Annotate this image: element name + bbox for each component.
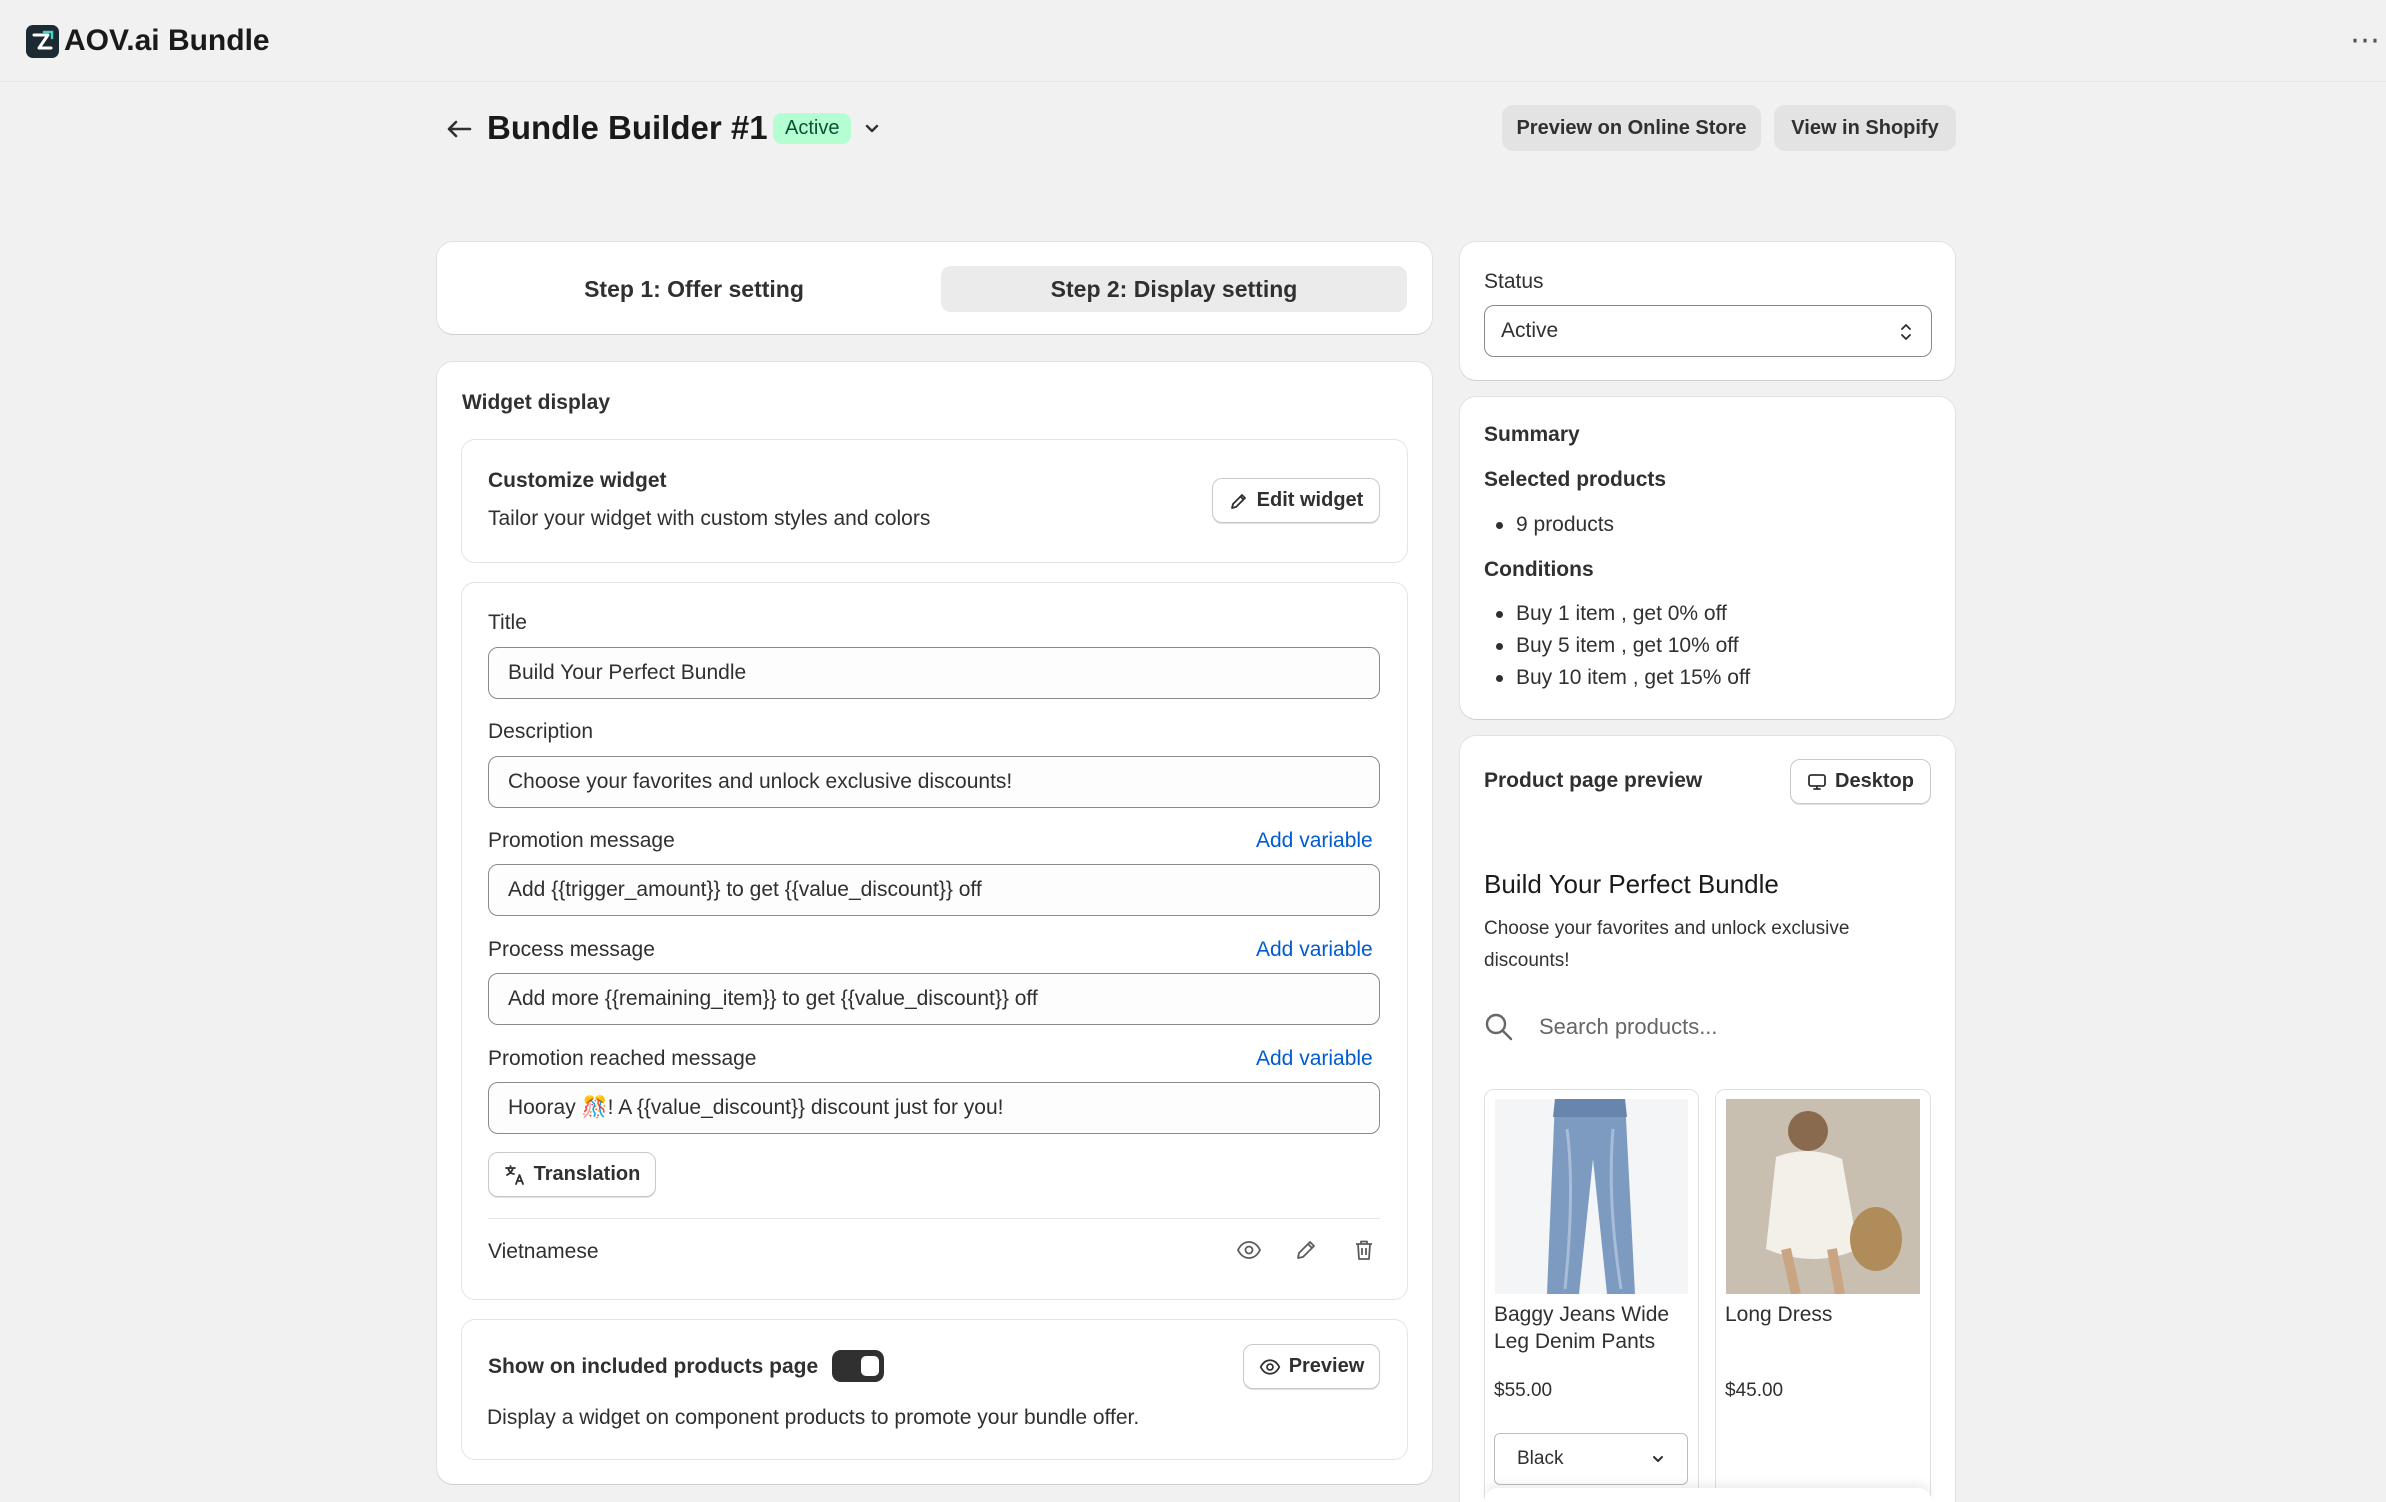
view-in-shopify-button[interactable]: View in Shopify bbox=[1774, 105, 1956, 151]
pencil-icon[interactable] bbox=[1291, 1235, 1321, 1265]
variant-select[interactable]: Black bbox=[1494, 1433, 1688, 1485]
desktop-button[interactable]: Desktop bbox=[1790, 759, 1931, 804]
divider bbox=[488, 1218, 1380, 1219]
process-add-variable-link[interactable]: Add variable bbox=[1256, 936, 1373, 964]
tab-offer-setting[interactable]: Step 1: Offer setting bbox=[459, 266, 929, 312]
reached-add-variable-link[interactable]: Add variable bbox=[1256, 1045, 1373, 1073]
variant-select-value: Black bbox=[1517, 1448, 1564, 1469]
jeans-image bbox=[1495, 1099, 1688, 1294]
customize-widget-description: Tailor your widget with custom styles an… bbox=[488, 507, 931, 530]
description-input[interactable]: Choose your favorites and unlock exclusi… bbox=[488, 756, 1380, 808]
edit-widget-label: Edit widget bbox=[1256, 489, 1364, 511]
translate-icon bbox=[504, 1164, 524, 1185]
tab-display-setting[interactable]: Step 2: Display setting bbox=[941, 266, 1407, 312]
status-select-value: Active bbox=[1501, 319, 1559, 342]
list-item: 9 products bbox=[1484, 509, 1614, 541]
preview-label: Preview bbox=[1288, 1355, 1365, 1377]
dress-image bbox=[1726, 1099, 1920, 1294]
chevron-down-icon bbox=[1653, 1456, 1663, 1462]
list-item: Buy 10 item , get 15% off bbox=[1484, 662, 1750, 694]
trash-icon[interactable] bbox=[1349, 1235, 1379, 1265]
list-item: Buy 1 item , get 0% off bbox=[1484, 598, 1750, 630]
ellipsis-icon[interactable]: ⋯ bbox=[2350, 24, 2381, 58]
widget-display-title: Widget display bbox=[462, 391, 610, 414]
show-on-products-description: Display a widget on component products t… bbox=[487, 1406, 1140, 1429]
language-name: Vietnamese bbox=[488, 1240, 599, 1263]
preview-bottom-sheet bbox=[1484, 1488, 1932, 1502]
list-item: Buy 5 item , get 10% off bbox=[1484, 630, 1750, 662]
product-name: Baggy Jeans Wide Leg Denim Pants bbox=[1494, 1303, 1670, 1353]
preview-button[interactable]: Preview bbox=[1243, 1344, 1380, 1389]
translation-label: Translation bbox=[533, 1163, 641, 1185]
pencil-icon bbox=[1230, 493, 1246, 509]
app-bar bbox=[0, 0, 2386, 82]
customize-widget-heading: Customize widget bbox=[488, 469, 667, 492]
translation-button[interactable]: Translation bbox=[488, 1152, 656, 1197]
chevron-down-icon[interactable] bbox=[862, 118, 882, 138]
promotion-reached-label: Promotion reached message bbox=[488, 1047, 757, 1070]
search-icon bbox=[1484, 1012, 1514, 1047]
toggle-knob bbox=[861, 1356, 879, 1376]
process-message-input[interactable]: Add more {{remaining_item}} to get {{val… bbox=[488, 973, 1380, 1025]
conditions-list: Buy 1 item , get 0% off Buy 5 item , get… bbox=[1484, 598, 1750, 694]
promotion-add-variable-link[interactable]: Add variable bbox=[1256, 827, 1373, 855]
product-price: $45.00 bbox=[1725, 1380, 1784, 1401]
preview-online-store-button[interactable]: Preview on Online Store bbox=[1502, 105, 1761, 151]
selected-products-heading: Selected products bbox=[1484, 468, 1667, 491]
promotion-reached-input[interactable]: Hooray 🎊! A {{value_discount}} discount … bbox=[488, 1082, 1380, 1134]
edit-widget-button[interactable]: Edit widget bbox=[1212, 478, 1380, 523]
show-on-products-label: Show on included products page bbox=[488, 1355, 819, 1378]
eye-icon[interactable] bbox=[1234, 1235, 1264, 1265]
app-name: AOV.ai Bundle bbox=[64, 24, 270, 57]
select-arrows-icon bbox=[1901, 324, 1911, 340]
eye-icon bbox=[1259, 1358, 1280, 1375]
process-message-label: Process message bbox=[488, 938, 655, 961]
app-logo-icon bbox=[26, 25, 59, 58]
desktop-label: Desktop bbox=[1835, 770, 1914, 792]
summary-title: Summary bbox=[1484, 423, 1580, 446]
promotion-message-input[interactable]: Add {{trigger_amount}} to get {{value_di… bbox=[488, 864, 1380, 916]
status-select[interactable]: Active bbox=[1484, 305, 1932, 357]
preview-search-input[interactable]: Search products... bbox=[1539, 1014, 1718, 1040]
preview-bundle-title: Build Your Perfect Bundle bbox=[1484, 869, 1779, 899]
title-input[interactable]: Build Your Perfect Bundle bbox=[488, 647, 1380, 699]
product-name: Long Dress bbox=[1725, 1303, 1833, 1326]
show-on-products-card bbox=[461, 1319, 1408, 1460]
promotion-message-label: Promotion message bbox=[488, 829, 675, 852]
product-price: $55.00 bbox=[1494, 1380, 1553, 1401]
desktop-icon bbox=[1808, 773, 1826, 790]
conditions-heading: Conditions bbox=[1484, 558, 1594, 581]
back-arrow-icon[interactable] bbox=[440, 112, 478, 146]
page-title: Bundle Builder #1 bbox=[487, 109, 768, 146]
title-label: Title bbox=[488, 611, 527, 634]
selected-products-list: 9 products bbox=[1484, 509, 1614, 541]
status-label: Status bbox=[1484, 270, 1544, 293]
status-badge: Active bbox=[773, 113, 852, 144]
preview-bundle-description: Choose your favorites and unlock exclusi… bbox=[1484, 918, 1850, 971]
description-label: Description bbox=[488, 720, 594, 743]
product-preview-title: Product page preview bbox=[1484, 769, 1703, 792]
show-on-products-toggle[interactable] bbox=[832, 1350, 884, 1382]
